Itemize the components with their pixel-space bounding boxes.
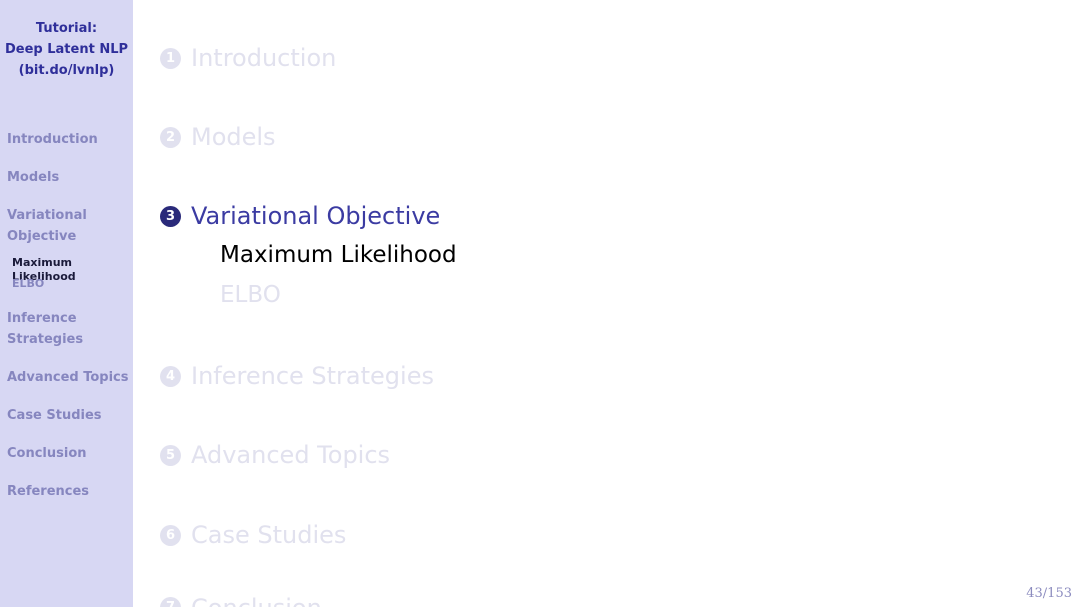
section-label: Advanced Topics xyxy=(191,441,391,469)
toc-section-variational-objective[interactable]: 3 Variational Objective xyxy=(160,201,440,231)
section-number-badge: 7 xyxy=(160,597,181,607)
section-label: Variational Objective xyxy=(191,202,441,230)
section-number-badge: 6 xyxy=(160,524,181,546)
section-label: Introduction xyxy=(191,44,337,72)
section-label: Models xyxy=(191,123,276,151)
page-number: 43/153 xyxy=(1026,586,1072,601)
toc-subsection-maximum-likelihood[interactable]: Maximum Likelihood xyxy=(220,242,457,268)
toc-section-inference-strategies[interactable]: 4 Inference Strategies xyxy=(160,361,434,391)
toc-section-conclusion[interactable]: 7 Conclusion xyxy=(160,577,322,607)
section-label: Case Studies xyxy=(191,521,347,549)
toc-subsection-elbo[interactable]: ELBO xyxy=(220,282,281,308)
section-label: Inference Strategies xyxy=(191,362,434,390)
table-of-contents: 1 Introduction 2 Models 3 Variational Ob… xyxy=(0,0,1080,607)
section-number-badge: 3 xyxy=(160,205,181,227)
toc-section-introduction[interactable]: 1 Introduction xyxy=(160,43,336,73)
section-number-badge: 4 xyxy=(160,365,181,387)
section-number-badge: 1 xyxy=(160,47,181,69)
section-label: Conclusion xyxy=(191,594,322,607)
toc-section-advanced-topics[interactable]: 5 Advanced Topics xyxy=(160,440,390,470)
section-number-badge: 2 xyxy=(160,126,181,148)
toc-section-case-studies[interactable]: 6 Case Studies xyxy=(160,520,346,550)
section-number-badge: 5 xyxy=(160,444,181,466)
toc-section-models[interactable]: 2 Models xyxy=(160,122,276,152)
